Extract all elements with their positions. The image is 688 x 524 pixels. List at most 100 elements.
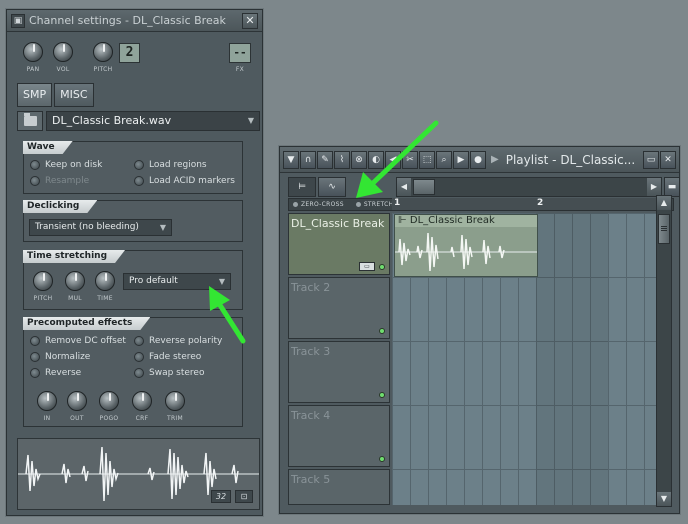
channel-menu-icon[interactable]: ▣ xyxy=(11,13,25,28)
paint-brush-icon[interactable]: ⌇ xyxy=(334,150,350,169)
select-icon[interactable]: ⬚ xyxy=(419,150,435,169)
record-icon[interactable]: ● xyxy=(470,150,486,169)
load-regions-option[interactable]: Load regions xyxy=(134,160,207,170)
vertical-scroll-thumb[interactable] xyxy=(658,214,670,244)
playback-icon[interactable]: ▶ xyxy=(453,150,469,169)
radio-icon xyxy=(134,176,144,186)
track-mute-led[interactable] xyxy=(379,456,385,462)
slice-icon[interactable]: ✂ xyxy=(402,150,418,169)
clip-header[interactable]: ⊩ DL_Classic Break xyxy=(395,215,537,227)
remove-dc-offset-option[interactable]: Remove DC offset xyxy=(30,336,126,346)
channel-settings-titlebar[interactable]: ▣ Channel settings - DL_Classic Break ✕ xyxy=(7,10,262,32)
clip-name: DL_Classic Break xyxy=(409,215,495,226)
scroll-up-icon[interactable]: ▲ xyxy=(657,196,671,210)
pitch-knob[interactable] xyxy=(93,42,113,62)
in-knob[interactable] xyxy=(37,391,57,411)
scroll-left-icon[interactable]: ◀ xyxy=(397,178,411,196)
pogo-knob[interactable] xyxy=(99,391,119,411)
horizontal-scrollbar[interactable]: ◀ ▶ xyxy=(396,177,662,197)
track-mute-led[interactable] xyxy=(379,328,385,334)
track-name: DL_Classic Break xyxy=(291,217,385,230)
volume-label: VOL xyxy=(56,66,70,73)
tab-smp[interactable]: SMP xyxy=(17,83,53,107)
precomputed-effects-section: Precomputed effects Remove DC offset Nor… xyxy=(23,317,243,427)
time-stretching-section: Time stretching PITCH MUL TIME Pro defau… xyxy=(23,250,243,310)
track-header-4[interactable]: Track 4 xyxy=(288,405,390,467)
swap-stereo-option[interactable]: Swap stereo xyxy=(134,368,204,378)
playlist-title: Playlist - DL_Classic... xyxy=(505,152,636,167)
stretch-pitch-knob[interactable] xyxy=(33,271,53,291)
stretch-toggle[interactable]: STRETCH xyxy=(355,201,394,208)
horizontal-scroll-thumb[interactable] xyxy=(413,179,435,195)
reverse-label: Reverse xyxy=(45,368,82,378)
track-mode-icon[interactable]: ⊨ xyxy=(288,177,316,197)
declicking-header: Declicking xyxy=(23,200,97,213)
clip-menu-icon: ⊩ xyxy=(398,215,407,226)
menu-arrow-icon[interactable]: ▼ xyxy=(283,150,299,169)
resample-option[interactable]: Resample xyxy=(30,176,89,186)
declicking-mode-dropdown[interactable]: Transient (no bleeding) ▼ xyxy=(29,219,172,236)
precomputed-effects-header: Precomputed effects xyxy=(23,317,150,330)
track-list: DL_Classic Break ▭ Track 2 Track 3 Track… xyxy=(288,213,390,505)
radio-icon xyxy=(30,336,40,346)
stretch-mul-knob[interactable] xyxy=(65,271,85,291)
zoom-icon[interactable]: ⌕ xyxy=(436,150,452,169)
track-header-3[interactable]: Track 3 xyxy=(288,341,390,403)
timeline-ruler[interactable]: 1 2 xyxy=(392,198,656,211)
out-knob[interactable] xyxy=(67,391,87,411)
mute-icon[interactable]: ◐ xyxy=(368,150,384,169)
load-acid-markers-option[interactable]: Load ACID markers xyxy=(134,176,235,186)
crf-knob[interactable] xyxy=(132,391,152,411)
trim-knob[interactable] xyxy=(165,391,185,411)
reverse-option[interactable]: Reverse xyxy=(30,368,81,378)
normalize-option[interactable]: Normalize xyxy=(30,352,90,362)
reverse-polarity-option[interactable]: Reverse polarity xyxy=(134,336,222,346)
crf-label: CRF xyxy=(135,415,149,422)
vertical-scrollbar[interactable]: ▲ ▼ xyxy=(656,195,672,507)
delete-icon[interactable]: ⊗ xyxy=(351,150,367,169)
magnet-icon[interactable]: ∩ xyxy=(300,150,316,169)
volume-knob[interactable] xyxy=(53,42,73,62)
close-button[interactable]: ✕ xyxy=(242,12,258,29)
stretch-mode-dropdown[interactable]: Pro default ▼ xyxy=(123,273,231,290)
fade-stereo-option[interactable]: Fade stereo xyxy=(134,352,201,362)
track-mute-led[interactable] xyxy=(379,264,385,270)
speaker-icon[interactable]: ◀ xyxy=(385,150,401,169)
folder-icon[interactable] xyxy=(17,111,43,131)
keep-on-disk-option[interactable]: Keep on disk xyxy=(30,160,102,170)
track-header-2[interactable]: Track 2 xyxy=(288,277,390,339)
sample-selector[interactable]: DL_Classic Break.wav ▼ xyxy=(46,111,260,131)
pencil-icon[interactable]: ✎ xyxy=(317,150,333,169)
zero-cross-dot-icon xyxy=(293,202,298,207)
track-header-5[interactable]: Track 5 xyxy=(288,469,390,505)
pitch-range-display[interactable]: 2 xyxy=(119,43,140,63)
close-button[interactable]: ✕ xyxy=(660,150,676,169)
pan-knob[interactable] xyxy=(23,42,43,62)
scroll-down-icon[interactable]: ▼ xyxy=(657,492,671,506)
time-stretching-header: Time stretching xyxy=(23,250,125,263)
audio-clip[interactable]: ⊩ DL_Classic Break xyxy=(394,214,538,277)
fx-display[interactable]: -- xyxy=(229,43,251,63)
tab-misc[interactable]: MISC xyxy=(54,83,94,107)
radio-icon xyxy=(30,160,40,170)
sample-size-badge[interactable]: 32 xyxy=(211,490,231,503)
sample-row: DL_Classic Break.wav ▼ xyxy=(17,111,260,131)
radio-icon xyxy=(30,352,40,362)
maximize-button[interactable]: ▭ xyxy=(643,150,659,169)
fade-stereo-label: Fade stereo xyxy=(149,352,202,362)
radio-icon xyxy=(134,368,144,378)
stretch-time-knob[interactable] xyxy=(95,271,115,291)
playlist-titlebar[interactable]: ▼ ∩ ✎ ⌇ ⊗ ◐ ◀ ✂ ⬚ ⌕ ▶ ● ▶ Playlist - DL_… xyxy=(280,147,679,173)
track-header-1[interactable]: DL_Classic Break ▭ xyxy=(288,213,390,275)
trim-label: TRIM xyxy=(167,415,183,422)
track-mute-led[interactable] xyxy=(379,392,385,398)
zero-cross-toggle[interactable]: ZERO-CROSS xyxy=(293,201,344,208)
track-name: Track 2 xyxy=(291,281,331,294)
radio-icon xyxy=(134,160,144,170)
curve-icon[interactable]: ∿ xyxy=(318,177,346,197)
options-menu-icon[interactable]: ▬ xyxy=(664,177,680,197)
loop-icon[interactable]: ⊡ xyxy=(235,490,253,503)
fx-label: FX xyxy=(235,66,245,73)
scroll-right-icon[interactable]: ▶ xyxy=(647,178,661,196)
normalize-label: Normalize xyxy=(45,352,91,362)
